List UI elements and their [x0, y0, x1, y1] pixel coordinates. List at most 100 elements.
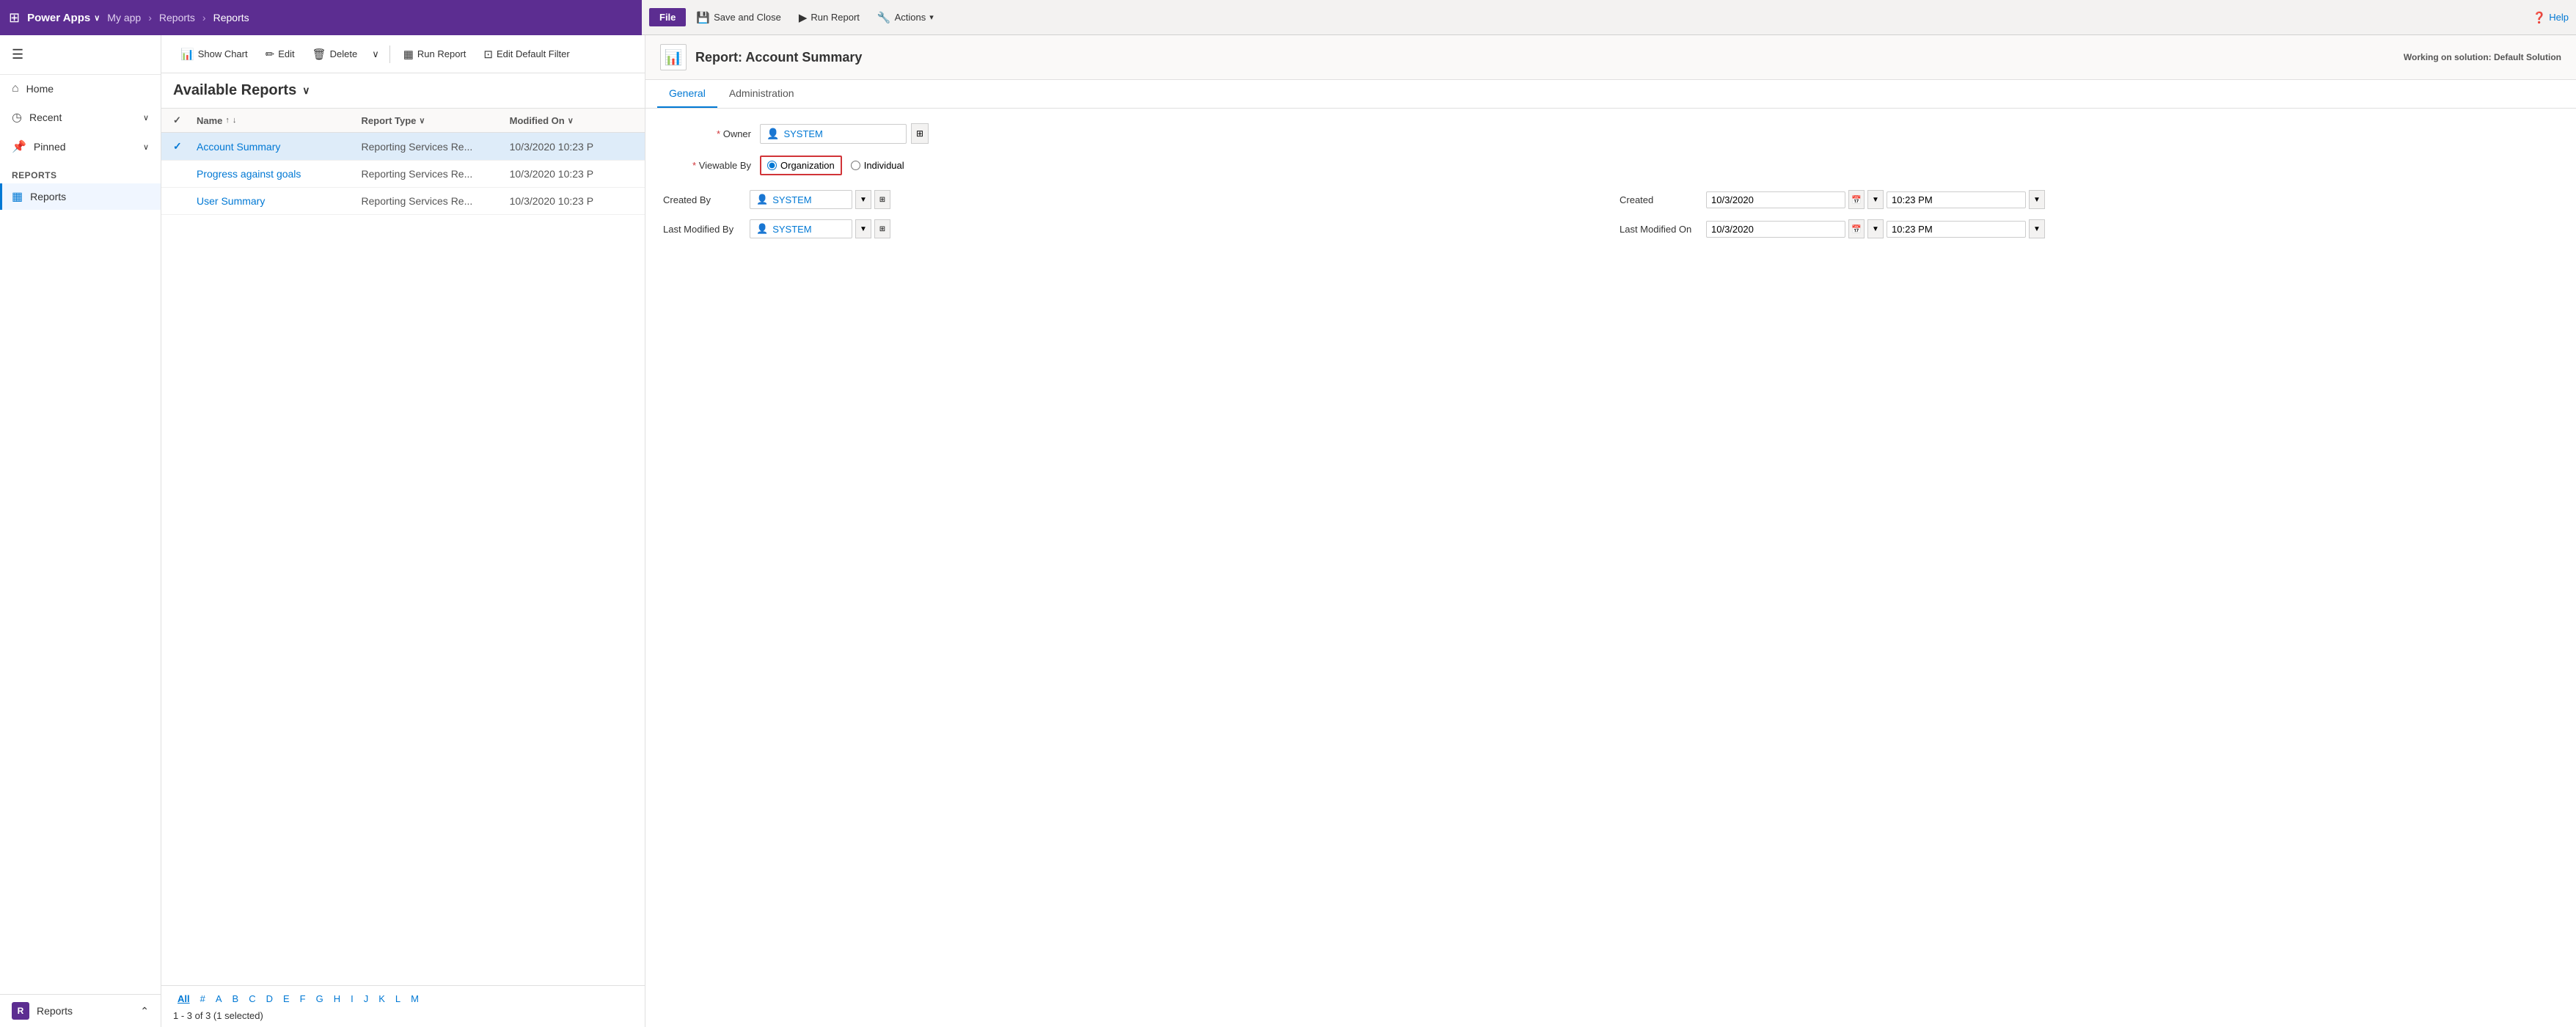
pagination-letter[interactable]: #	[196, 992, 210, 1006]
form-row-created-on: Created 📅 ▼ ▼	[1620, 190, 2558, 209]
created-on-date-expand-button[interactable]: ▼	[1867, 190, 1884, 209]
edit-filter-icon: ⊡	[483, 48, 493, 61]
tab-administration[interactable]: Administration	[717, 80, 806, 108]
owner-value: SYSTEM	[783, 128, 822, 139]
last-modified-on-label: Last Modified On	[1620, 224, 1700, 235]
detail-header: 📊 Report: Account Summary Working on sol…	[645, 35, 2576, 80]
name-sort-down-icon: ↓	[233, 116, 237, 125]
col-check-header[interactable]: ✓	[173, 114, 197, 126]
user-icon: 👤	[766, 128, 779, 140]
individual-radio[interactable]	[851, 161, 860, 170]
sidebar-item-recent[interactable]: ◷ Recent ∨	[0, 103, 161, 132]
app-name[interactable]: Power Apps ∨	[27, 12, 100, 24]
pagination-letter[interactable]: D	[262, 992, 277, 1006]
table-row[interactable]: ✓ Account Summary Reporting Services Re.…	[161, 133, 645, 161]
pagination-letter[interactable]: H	[329, 992, 345, 1006]
edit-default-filter-button[interactable]: ⊡ Edit Default Filter	[476, 43, 577, 65]
sidebar-collapse-button[interactable]: ☰	[0, 41, 161, 68]
help-label[interactable]: Help	[2549, 12, 2569, 23]
row-type: Reporting Services Re...	[362, 168, 510, 180]
last-modified-on-time-input[interactable]	[1887, 221, 2026, 238]
created-on-date-input[interactable]	[1706, 191, 1845, 208]
list-table: ✓ Account Summary Reporting Services Re.…	[161, 133, 645, 985]
pagination-letter[interactable]: K	[374, 992, 389, 1006]
run-report-icon: ▦	[403, 48, 414, 61]
created-by-lookup-button[interactable]: ⊞	[874, 190, 890, 209]
show-chart-icon: 📊	[180, 48, 194, 61]
report-type-chevron-icon: ∨	[419, 116, 425, 125]
pagination-letter[interactable]: B	[228, 992, 244, 1006]
owner-lookup-button[interactable]: ⊞	[911, 123, 929, 144]
created-by-expand-button[interactable]: ▼	[855, 190, 871, 209]
row-name[interactable]: Account Summary	[197, 141, 362, 153]
table-header: ✓ Name ↑ ↓ Report Type ∨ Modified On ∨	[161, 109, 645, 133]
breadcrumb-sep1: ›	[148, 12, 152, 23]
file-button[interactable]: File	[649, 8, 686, 26]
last-modified-on-time-expand-button[interactable]: ▼	[2029, 219, 2045, 238]
last-modified-by-input[interactable]: 👤 SYSTEM	[750, 219, 852, 238]
table-row[interactable]: User Summary Reporting Services Re... 10…	[161, 188, 645, 215]
row-check: ✓	[173, 140, 197, 153]
save-and-close-button[interactable]: 💾 Save and Close	[689, 7, 788, 28]
pagination-letter[interactable]: C	[244, 992, 260, 1006]
run-report-ribbon-icon: ▶	[799, 11, 808, 24]
pinned-icon: 📌	[12, 139, 26, 154]
run-report-ribbon-button[interactable]: ▶ Run Report	[791, 7, 867, 28]
created-by-input[interactable]: 👤 SYSTEM	[750, 190, 852, 209]
owner-input[interactable]: 👤 SYSTEM	[760, 124, 907, 144]
row-modified: 10/3/2020 10:23 P	[510, 195, 633, 207]
col-name-header[interactable]: Name ↑ ↓	[197, 115, 362, 126]
pagination-letter[interactable]: G	[312, 992, 328, 1006]
last-modified-on-date-picker-button[interactable]: 📅	[1848, 219, 1865, 238]
pagination-letter[interactable]: L	[391, 992, 405, 1006]
name-sort-up-icon: ↑	[225, 116, 230, 125]
show-chart-button[interactable]: 📊 Show Chart	[173, 43, 255, 65]
row-type: Reporting Services Re...	[362, 195, 510, 207]
my-app-label[interactable]: My app	[107, 12, 141, 23]
last-modified-by-user-icon: 👤	[756, 223, 768, 235]
pagination-letter[interactable]: A	[211, 992, 227, 1006]
pagination-letter[interactable]: J	[359, 992, 373, 1006]
waffle-icon[interactable]: ⊞	[9, 10, 20, 26]
breadcrumb-reports2[interactable]: Reports	[213, 12, 249, 23]
sidebar-item-reports[interactable]: ▦ Reports	[0, 183, 161, 210]
created-on-date-picker-button[interactable]: 📅	[1848, 190, 1865, 209]
list-title[interactable]: Available Reports ∨	[173, 82, 310, 99]
table-row[interactable]: Progress against goals Reporting Service…	[161, 161, 645, 188]
pagination-letter[interactable]: I	[346, 992, 358, 1006]
created-on-time-input[interactable]	[1887, 191, 2026, 208]
bottom-item-chevron-icon: ⌃	[140, 1005, 149, 1017]
edit-button[interactable]: ✏ Edit	[258, 43, 302, 65]
last-modified-by-lookup-button[interactable]: ⊞	[874, 219, 890, 238]
col-modified-header[interactable]: Modified On ∨	[510, 115, 633, 126]
last-modified-on-date-expand-button[interactable]: ▼	[1867, 219, 1884, 238]
form-row-last-modified-on: Last Modified On 📅 ▼ ▼	[1620, 219, 2558, 238]
breadcrumb-sep2: ›	[202, 12, 206, 23]
col-report-type-header[interactable]: Report Type ∨	[362, 115, 510, 126]
run-report-button[interactable]: ▦ Run Report	[396, 43, 474, 65]
more-actions-button[interactable]: ∨	[367, 44, 384, 65]
pagination-letter[interactable]: All	[173, 992, 194, 1006]
sidebar-item-home[interactable]: ⌂ Home	[0, 75, 161, 103]
organization-radio-option[interactable]: Organization	[760, 156, 842, 175]
delete-icon: 🗑	[312, 48, 326, 61]
recent-icon: ◷	[12, 110, 22, 125]
detail-form: * Owner 👤 SYSTEM ⊞ * Viewable By	[645, 109, 2576, 253]
organization-radio[interactable]	[767, 161, 777, 170]
row-name[interactable]: User Summary	[197, 195, 362, 207]
breadcrumb-reports1[interactable]: Reports	[159, 12, 195, 23]
delete-button[interactable]: 🗑 Delete	[305, 43, 365, 65]
created-on-time-expand-button[interactable]: ▼	[2029, 190, 2045, 209]
pagination-letter[interactable]: F	[296, 992, 310, 1006]
sidebar-item-pinned[interactable]: 📌 Pinned ∨	[0, 132, 161, 161]
row-name[interactable]: Progress against goals	[197, 168, 362, 180]
last-modified-on-date-input[interactable]	[1706, 221, 1845, 238]
last-modified-by-expand-button[interactable]: ▼	[855, 219, 871, 238]
sidebar-bottom-reports-item[interactable]: R Reports ⌃	[0, 995, 161, 1027]
toolbar-divider	[389, 45, 390, 63]
actions-button[interactable]: 🔧 Actions ▾	[870, 7, 941, 28]
tab-general[interactable]: General	[657, 80, 717, 108]
pagination-letter[interactable]: M	[406, 992, 423, 1006]
pagination-letter[interactable]: E	[279, 992, 294, 1006]
individual-radio-option[interactable]: Individual	[851, 160, 904, 171]
